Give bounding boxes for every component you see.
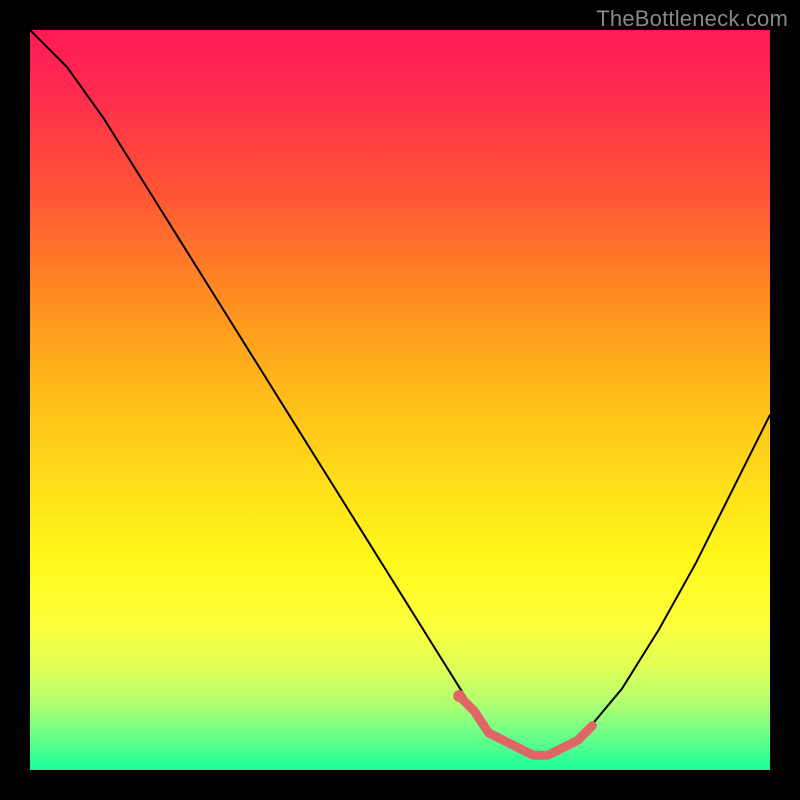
chart-plot-area [30, 30, 770, 770]
highlight-segment [459, 696, 592, 755]
chart-svg [30, 30, 770, 770]
highlight-start-dot [453, 690, 465, 702]
bottleneck-curve [30, 30, 770, 755]
watermark-text: TheBottleneck.com [596, 6, 788, 32]
